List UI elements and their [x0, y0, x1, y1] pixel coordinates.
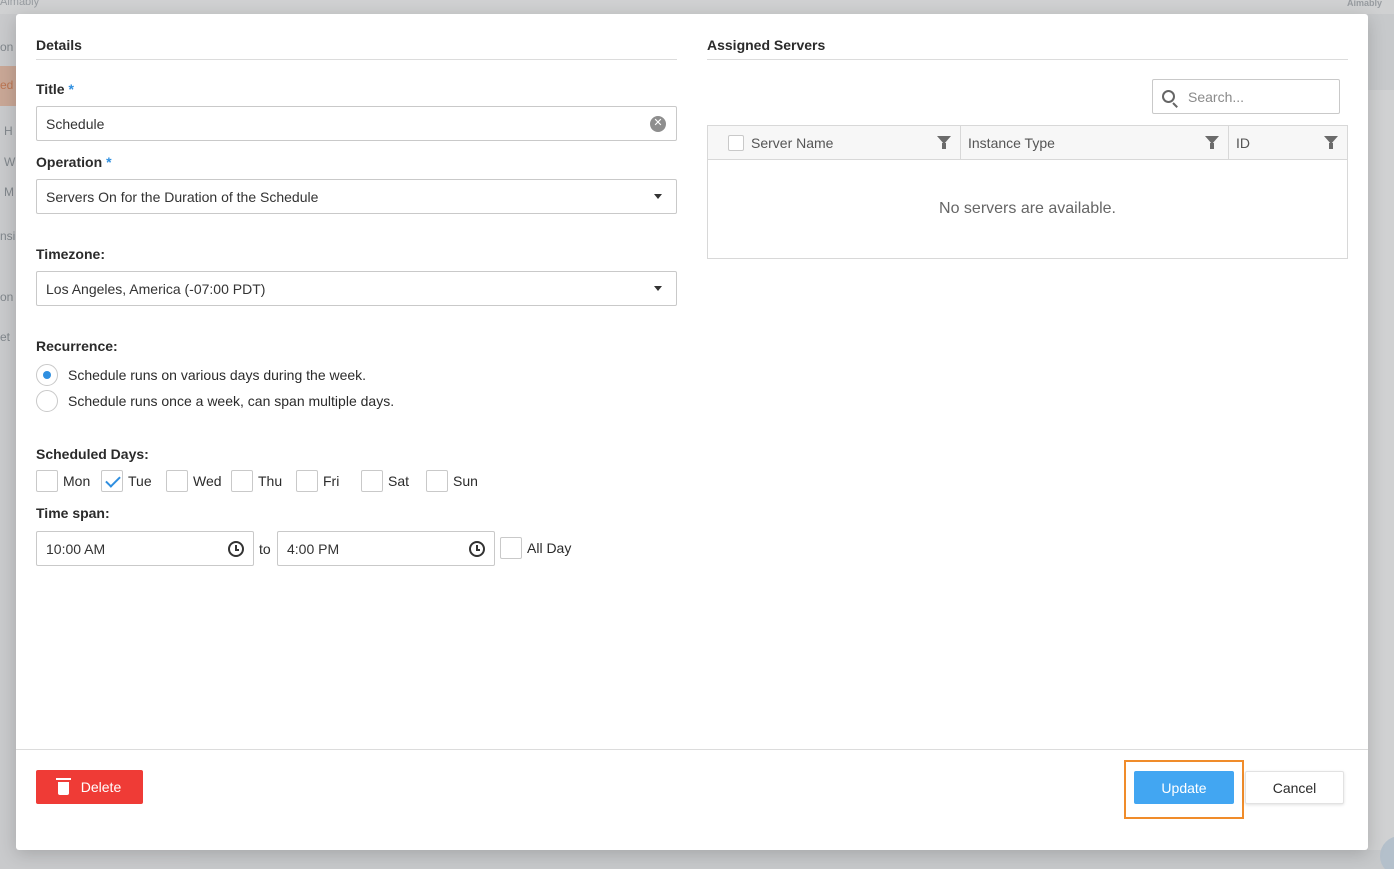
checkbox[interactable] [166, 470, 188, 492]
recurrence-option-label: Schedule runs once a week, can span mult… [68, 393, 395, 409]
required-mark: * [68, 81, 74, 97]
radio-button[interactable] [36, 390, 58, 412]
column-id[interactable]: ID [1229, 126, 1347, 159]
operation-label: Operation * [36, 154, 112, 170]
end-time-input[interactable]: 4:00 PM [277, 531, 495, 566]
day-sun[interactable]: Sun [426, 470, 491, 492]
servers-grid: Server Name Instance Type ID No servers … [707, 125, 1348, 259]
checkbox[interactable] [296, 470, 318, 492]
checkbox[interactable] [101, 470, 123, 492]
checkbox[interactable] [361, 470, 383, 492]
column-instance-type[interactable]: Instance Type [961, 126, 1229, 159]
server-search-input[interactable]: Search... [1152, 79, 1340, 114]
footer-divider [16, 749, 1368, 750]
to-label: to [259, 541, 271, 557]
assigned-servers-title: Assigned Servers [707, 37, 826, 53]
scheduled-days-group: Mon Tue Wed Thu Fri Sat Sun [36, 470, 491, 492]
select-all-checkbox[interactable] [728, 134, 744, 151]
checkbox[interactable] [500, 537, 522, 559]
title-input-value: Schedule [46, 115, 105, 132]
title-label: Title * [36, 81, 74, 97]
radio-button[interactable] [36, 364, 58, 386]
servers-divider [707, 59, 1348, 60]
recurrence-option-weekdays[interactable]: Schedule runs on various days during the… [36, 364, 366, 386]
day-wed[interactable]: Wed [166, 470, 231, 492]
day-sat[interactable]: Sat [361, 470, 426, 492]
operation-select-value: Servers On for the Duration of the Sched… [46, 188, 319, 205]
clear-icon[interactable]: ✕ [650, 115, 666, 132]
update-button[interactable]: Update [1134, 771, 1234, 804]
operation-select[interactable]: Servers On for the Duration of the Sched… [36, 179, 677, 214]
start-time-value: 10:00 AM [46, 540, 106, 557]
column-server-name[interactable]: Server Name [708, 126, 961, 159]
caret-down-icon [654, 194, 662, 199]
details-divider [36, 59, 677, 60]
caret-down-icon [654, 286, 662, 291]
timezone-select[interactable]: Los Angeles, America (-07:00 PDT) [36, 271, 677, 306]
checkbox[interactable] [36, 470, 58, 492]
filter-icon[interactable] [1324, 136, 1338, 150]
delete-button[interactable]: Delete [36, 770, 143, 804]
edit-schedule-dialog: Details Title * Schedule ✕ Operation * Ser… [16, 14, 1368, 850]
recurrence-option-label: Schedule runs on various days during the… [68, 367, 367, 383]
timezone-label: Timezone: [36, 246, 105, 262]
day-tue[interactable]: Tue [101, 470, 166, 492]
search-placeholder: Search... [1188, 88, 1245, 105]
checkbox[interactable] [231, 470, 253, 492]
timezone-select-value: Los Angeles, America (-07:00 PDT) [46, 280, 266, 297]
scheduled-days-label: Scheduled Days: [36, 446, 149, 462]
title-input[interactable]: Schedule ✕ [36, 106, 677, 141]
cancel-button[interactable]: Cancel [1245, 771, 1344, 804]
day-thu[interactable]: Thu [231, 470, 296, 492]
grid-header: Server Name Instance Type ID [708, 126, 1347, 160]
filter-icon[interactable] [937, 136, 951, 150]
trash-icon [55, 777, 71, 795]
checkbox[interactable] [426, 470, 448, 492]
grid-empty-message: No servers are available. [939, 200, 1116, 217]
day-mon[interactable]: Mon [36, 470, 101, 492]
day-fri[interactable]: Fri [296, 470, 361, 492]
start-time-input[interactable]: 10:00 AM [36, 531, 254, 566]
clock-icon[interactable] [469, 540, 485, 557]
recurrence-label: Recurrence: [36, 338, 118, 354]
required-mark: * [106, 154, 112, 170]
end-time-value: 4:00 PM [287, 540, 340, 557]
search-icon [1162, 90, 1175, 103]
timespan-label: Time span: [36, 505, 110, 521]
recurrence-option-weekly-span[interactable]: Schedule runs once a week, can span mult… [36, 390, 394, 412]
filter-icon[interactable] [1205, 136, 1219, 150]
details-section-title: Details [36, 37, 82, 53]
clock-icon[interactable] [228, 540, 244, 557]
all-day-checkbox[interactable]: All Day [500, 537, 571, 559]
